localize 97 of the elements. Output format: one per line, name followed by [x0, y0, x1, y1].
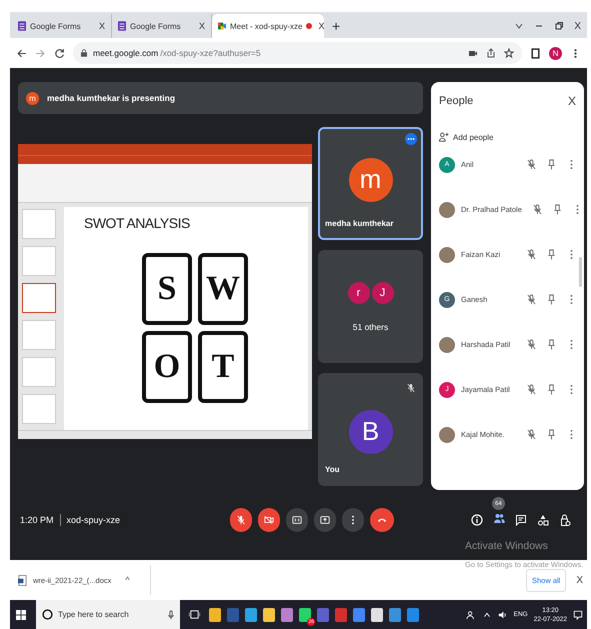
close-button[interactable]: X — [576, 574, 583, 586]
participant-name: You — [325, 465, 340, 474]
avatar: m — [26, 92, 39, 104]
close-button[interactable]: X — [568, 94, 576, 108]
camera-icon[interactable] — [468, 48, 478, 58]
add-person-icon — [439, 132, 449, 142]
meeting-code: xod-spuy-xze — [66, 515, 120, 525]
sidebar-icon[interactable] — [530, 48, 541, 58]
people-icon[interactable] — [493, 512, 505, 524]
pin-icon[interactable] — [547, 339, 556, 350]
camera-button[interactable] — [258, 508, 280, 532]
reload-icon[interactable] — [54, 48, 65, 58]
slide-title: SWOT ANALYSIS — [84, 215, 191, 232]
browser-tab[interactable]: Meet - xod-spuy-xze X — [212, 14, 324, 38]
panel-title: People — [439, 95, 474, 107]
app-icon[interactable] — [281, 608, 293, 622]
forms-icon — [118, 21, 126, 31]
url-path: /xod-spuy-xze?authuser=5 — [160, 48, 261, 58]
avatar: B — [348, 410, 392, 454]
more-icon[interactable] — [405, 133, 417, 145]
windows-start-icon[interactable] — [16, 610, 26, 620]
present-button[interactable] — [314, 508, 336, 532]
avatar: J — [372, 282, 394, 304]
mic-off-icon[interactable] — [527, 159, 536, 170]
speaker-icon[interactable] — [498, 610, 508, 620]
info-icon[interactable] — [471, 514, 483, 526]
app-icon[interactable] — [245, 608, 257, 622]
photo-placeholder — [439, 336, 455, 352]
mic-off-icon[interactable] — [527, 429, 536, 440]
pin-icon[interactable] — [547, 249, 556, 260]
tab-title: Google Forms — [130, 22, 182, 30]
restore-icon[interactable] — [554, 21, 564, 31]
taskbar-search-field[interactable]: Type here to search — [36, 600, 180, 629]
mic-button[interactable] — [230, 508, 252, 532]
address-field[interactable]: meet.google.com /xod-spuy-xze?authuser=5 — [73, 42, 522, 64]
pin-icon[interactable] — [552, 204, 562, 215]
photo-placeholder — [439, 202, 455, 218]
task-view-icon[interactable] — [189, 609, 200, 620]
notification-icon[interactable] — [573, 610, 583, 620]
mic-off-icon[interactable] — [527, 384, 536, 395]
swot-block: S — [142, 253, 192, 326]
pin-icon[interactable] — [547, 159, 556, 170]
camera-icon — [218, 21, 226, 31]
mic-off-icon[interactable] — [527, 339, 536, 350]
photo-placeholder — [439, 426, 455, 442]
microphone-icon — [168, 610, 174, 620]
star-icon[interactable] — [504, 48, 514, 58]
back-icon[interactable] — [16, 48, 27, 58]
pin-icon[interactable] — [547, 384, 556, 395]
app-icon[interactable] — [371, 608, 383, 622]
mic-off-icon[interactable] — [532, 204, 542, 215]
url-host: meet.google.com — [93, 48, 158, 58]
lock-icon — [81, 49, 87, 57]
tab-close-button[interactable]: X — [98, 21, 105, 31]
video-camera-off-icon — [264, 515, 274, 525]
circle-icon — [42, 609, 53, 620]
caret-button[interactable]: ^ — [125, 575, 130, 585]
presenting-text: medha kumthekar is presenting — [47, 93, 176, 103]
photo-placeholder — [439, 246, 455, 262]
present-screen-icon — [320, 515, 330, 525]
participant-name: medha kumthekar — [325, 219, 394, 228]
app-icon[interactable] — [263, 608, 275, 622]
app-icon[interactable] — [209, 608, 221, 622]
tab-close-button[interactable]: X — [198, 21, 205, 31]
new-tab-button[interactable]: + — [332, 18, 340, 34]
document-icon — [18, 574, 27, 586]
avatar: r — [348, 282, 370, 304]
end-button[interactable] — [370, 508, 394, 532]
share-icon[interactable] — [486, 48, 496, 58]
captions-icon — [292, 515, 302, 525]
profile-avatar[interactable]: N — [549, 46, 562, 60]
swot-block: W — [198, 253, 248, 326]
add-people-button[interactable]: Add people — [439, 132, 494, 142]
tab-title: Meet - xod-spuy-xze — [230, 22, 302, 30]
lock-icon[interactable] — [559, 514, 571, 526]
mic-off-icon[interactable] — [527, 294, 536, 305]
meeting-time: 1:20 PM — [20, 515, 54, 525]
scrollbar[interactable] — [579, 257, 582, 287]
pin-icon[interactable] — [547, 294, 556, 305]
swot-block: T — [198, 331, 248, 404]
chat-icon[interactable] — [515, 514, 527, 526]
avatar: m — [348, 158, 392, 202]
mic-off-icon[interactable] — [527, 249, 536, 260]
app-icon[interactable] — [299, 608, 311, 622]
person-icon[interactable] — [466, 610, 476, 620]
window-close-button[interactable]: X — [574, 20, 581, 32]
tab-title: Google Forms — [30, 22, 82, 30]
microphone-off-icon — [236, 515, 246, 525]
others-count: 51 others — [352, 322, 388, 332]
activation-notice-title: Activate Windows — [465, 540, 549, 552]
tab-close-button[interactable]: X — [318, 21, 324, 31]
captions-button[interactable] — [286, 508, 308, 532]
forms-icon — [18, 21, 26, 31]
pin-icon[interactable] — [547, 429, 556, 440]
chevron-down-icon[interactable] — [514, 21, 524, 31]
swot-block: O — [142, 331, 192, 404]
shapes-icon[interactable] — [537, 514, 549, 526]
